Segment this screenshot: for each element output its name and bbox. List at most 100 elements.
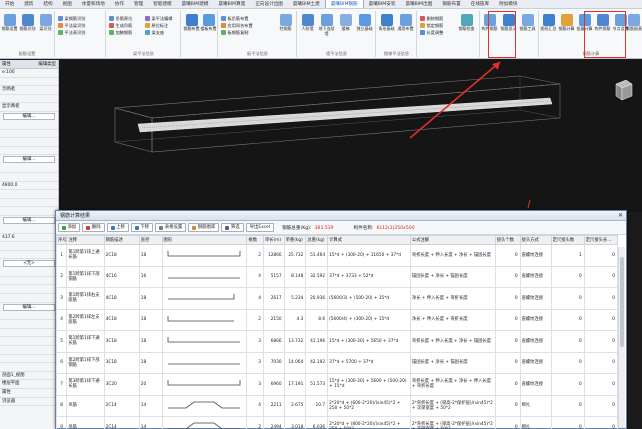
edit-button[interactable]: <无> xyxy=(3,260,55,268)
browser-item[interactable]: 属性 xyxy=(0,389,58,398)
general-place-button[interactable]: 通用布置 xyxy=(397,14,414,32)
ribbon-tab[interactable]: 协作 xyxy=(110,0,129,8)
column-header[interactable]: 总重(kg) xyxy=(305,235,329,245)
beam-rebar-recognize[interactable]: 梁钢筋识别 xyxy=(58,16,85,21)
ribbon-tab[interactable]: 附加模块 xyxy=(494,0,522,8)
column-header[interactable]: 定尺接头长... xyxy=(583,235,619,245)
ribbon-tab[interactable]: 晨曦BIM算量 xyxy=(213,0,250,8)
column-header[interactable]: 定尺接头数 xyxy=(550,235,585,245)
isolated-foundation-button[interactable]: 独立基础 xyxy=(356,14,373,32)
table-cell: 直螺纹连接 xyxy=(519,330,552,353)
column-header[interactable]: 根数 xyxy=(246,235,264,245)
table-row[interactable]: 6 第2跨第1排下部钢筋 3C18 18 3 7030 14.064 42.192 37*d +… xyxy=(55,351,619,374)
slab-rebar-copy-item[interactable]: 板钢筋复制 xyxy=(221,30,248,35)
table-settings-button[interactable]: 表格设置 xyxy=(155,223,187,232)
strip-foundation-button[interactable]: 条形基础 xyxy=(378,14,395,32)
ribbon-tab[interactable]: 视图 xyxy=(58,0,77,8)
edit-button[interactable]: 编辑... xyxy=(3,216,55,224)
table-row[interactable]: 9 吊筋 2C14 14 2 2494 3.018 6.036 2*20*d + (800-2*… xyxy=(55,416,619,429)
length-adjust-item[interactable]: 长度调整 xyxy=(420,30,443,35)
ribbon-tab[interactable]: 建筑 xyxy=(19,0,38,8)
rebar-tools-button[interactable]: 钢筋工具 xyxy=(519,14,536,32)
table-row[interactable]: 5 第1跨第1排下通长筋 3C18 18 3 6866 13.732 41.196 15*d +… xyxy=(55,330,619,353)
table-cell: 2*弯折长度 + (梁高-2*保护层)/(sin45)*2 + 次梁宽度 + 5… xyxy=(409,416,496,429)
table-cell: 18 xyxy=(138,351,163,374)
export-excel-button[interactable]: 导出Excel xyxy=(245,223,275,232)
table-row[interactable]: 2 第1跨第1排下部钢筋 4C16 16 4 5157 8.148 32.592 37*d + … xyxy=(55,265,619,288)
column-header[interactable]: 单长(m) xyxy=(262,235,285,245)
add-button[interactable]: 添加 xyxy=(58,223,81,232)
slab-place-button[interactable]: 楼板布置 xyxy=(200,14,217,32)
edit-type-link[interactable]: 编辑类型 xyxy=(38,60,58,69)
table-row[interactable]: 3 第1跨第1排右支座筋 4C18 18 4 2617 5.234 20.936 (5600/3… xyxy=(55,287,619,310)
delete-button[interactable]: 删除 xyxy=(82,223,105,232)
edit-button[interactable]: 编辑... xyxy=(3,303,55,311)
rebar-settings-button[interactable]: 钢筋设置 xyxy=(1,14,18,32)
ribbon-tab[interactable]: 管理 xyxy=(129,0,148,8)
rebar-check-button[interactable]: 钢筋检查 xyxy=(458,14,475,32)
column-header[interactable]: 注释 xyxy=(66,235,105,245)
column-header[interactable]: 接头方式 xyxy=(519,235,552,245)
move-down-button[interactable]: 下移 xyxy=(130,223,154,232)
ribbon-tab[interactable]: 智能建模 xyxy=(148,0,176,8)
browser-item[interactable]: 浏览器 xyxy=(0,398,58,407)
close-icon[interactable]: ✕ xyxy=(618,211,623,221)
column-header[interactable]: 单重(kg) xyxy=(283,235,307,245)
ribbon-tab[interactable]: 在线族库 xyxy=(466,0,494,8)
column-rebar-button[interactable]: 柱钢筋 xyxy=(277,14,294,32)
table-scrollbar[interactable] xyxy=(618,247,625,428)
rebar-recognize-button[interactable]: 钢筋识别 xyxy=(19,14,36,32)
flat-table-recognize[interactable]: 平法表识别 xyxy=(58,30,85,35)
table-row[interactable]: 7 第3跨第1排下通长筋 3C20 20 3 6960 17.191 51.573 15*d +… xyxy=(55,373,619,396)
ribbon-tab[interactable]: 晨曦BIM建模 xyxy=(177,0,214,8)
column-header[interactable]: 序号 xyxy=(55,235,68,245)
beam-edit-item[interactable]: 梁平法编辑 xyxy=(145,16,172,21)
in-place-annotation-item[interactable]: 原位标注 xyxy=(145,23,168,28)
table-row[interactable]: 4 第2跨第1排左支座筋 4C18 18 2 2150 4.3 8.6 (5600/4) + (… xyxy=(55,308,619,331)
ribbon-tab[interactable]: 体量和场地 xyxy=(77,0,110,8)
column-header[interactable]: 接头个数 xyxy=(494,235,521,245)
ribbon-tab[interactable]: 正向设计出图 xyxy=(250,0,288,8)
diaphragm-wall-button[interactable]: 地下连续墙 xyxy=(318,14,335,36)
flat-beam-recognize[interactable]: 平法梁识别 xyxy=(58,23,85,28)
column-header[interactable]: 公式注解 xyxy=(409,235,496,245)
delete-rebar-item[interactable]: 删除钢筋 xyxy=(420,16,443,21)
rebar-place-button[interactable]: 钢筋布置 xyxy=(183,14,200,32)
slab-neg-rebar-item[interactable]: 板负筋布置 xyxy=(221,16,248,21)
ribbon-tab[interactable]: 晨曦BIM钢筋 xyxy=(324,0,364,8)
column-header[interactable]: 计算式 xyxy=(327,235,411,245)
rebar-calc-button[interactable]: 钢筋计算 xyxy=(558,14,575,32)
ribbon-tab[interactable]: 结构 xyxy=(38,0,57,8)
table-row[interactable]: 1 第1跨第1排上通长筋 2C18 18 2 12866 25.732 51.464 15*d … xyxy=(55,244,619,267)
column-header[interactable]: 图形 xyxy=(161,235,248,245)
rebar-report-button[interactable]: 钢筋报表 xyxy=(626,14,642,32)
stair-button[interactable]: 楼梯 xyxy=(337,14,354,32)
browser-item[interactable]: 剖面1_视图 xyxy=(0,372,58,381)
beam-support-item[interactable]: 梁支座 xyxy=(145,30,164,35)
apply-same-name-item[interactable]: 应用同名布置 xyxy=(221,23,253,28)
ribbon-tab[interactable]: 开始 xyxy=(0,0,19,8)
edit-button[interactable]: 编辑... xyxy=(3,112,55,120)
edit-button[interactable]: 编辑... xyxy=(3,156,55,164)
view-cube-icon[interactable] xyxy=(612,76,634,112)
move-up-button[interactable]: 上移 xyxy=(106,223,129,232)
haunch-rebar-item[interactable]: 加腋钢筋 xyxy=(109,30,132,35)
scrollbar-thumb[interactable] xyxy=(620,257,624,347)
generate-hanger-item[interactable]: 生成吊筋 xyxy=(109,23,132,28)
ribbon-tab[interactable]: 晨曦BIM出图 xyxy=(400,0,437,8)
lock-rebar-item[interactable]: 锁定钢筋 xyxy=(420,23,443,28)
graphic-summary-button[interactable]: 图形汇总 xyxy=(540,14,557,32)
ribbon-tab[interactable]: 晨曦BIM安装 xyxy=(364,0,401,8)
column-header[interactable]: 钢筋描述 xyxy=(103,235,140,245)
filter-button[interactable]: 筛选 xyxy=(221,223,244,232)
browser-item[interactable]: 楼层平面 xyxy=(0,380,58,389)
rebar-library-button[interactable]: 钢筋图库 xyxy=(188,223,220,232)
civil-defense-wall-button[interactable]: 人防墙 xyxy=(299,14,316,32)
table-row[interactable]: 8 吊筋 2C14 14 4 2211 2.675 10.7 2*20*d + (600-2*2… xyxy=(55,394,619,417)
hanger-rebar-item[interactable]: 吊筋原位 xyxy=(109,16,132,21)
column-header[interactable]: 直径 xyxy=(138,235,163,245)
beam-recognize-button[interactable]: 梁识别 xyxy=(37,14,54,32)
ribbon-tab[interactable]: 晨曦BIM土建 xyxy=(288,0,325,8)
3d-viewport[interactable] xyxy=(60,60,642,212)
ribbon-tab[interactable]: 钢筋布置 xyxy=(437,0,465,8)
